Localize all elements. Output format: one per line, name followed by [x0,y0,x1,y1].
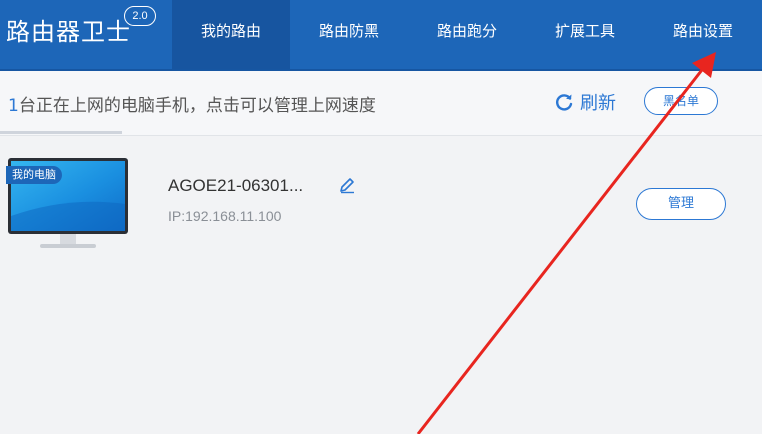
app-title: 路由器卫士 [6,18,131,46]
my-computer-badge: 我的电脑 [6,166,62,184]
refresh-label: 刷新 [580,93,616,114]
main-tabs: 我的路由 路由防黑 路由跑分 扩展工具 路由设置 [172,0,762,69]
blacklist-button[interactable]: 黑名单 [644,87,718,115]
online-status-message: 台正在上网的电脑手机，点击可以管理上网速度 [18,96,376,116]
edit-pencil-icon[interactable] [338,176,356,198]
device-row: 我的电脑 AGOE21-06301... IP:192.168.11.100 管… [0,144,762,264]
tab-router-anti-hack[interactable]: 路由防黑 [290,0,408,69]
tab-my-router[interactable]: 我的路由 [172,0,290,69]
tab-router-benchmark[interactable]: 路由跑分 [408,0,526,69]
refresh-button[interactable]: 刷新 [554,89,616,115]
tab-extension-tools[interactable]: 扩展工具 [526,0,644,69]
online-status-text: 1台正在上网的电脑手机，点击可以管理上网速度 [8,91,376,116]
top-navigation-bar: 路由器卫士 2.0 我的路由 路由防黑 路由跑分 扩展工具 路由设置 [0,0,762,71]
device-name: AGOE21-06301... [168,176,304,195]
tab-underline [0,131,122,134]
version-badge: 2.0 [124,6,156,26]
online-device-count: 1 [8,96,19,116]
online-devices-header: 1台正在上网的电脑手机，点击可以管理上网速度 刷新 黑名单 [0,71,762,136]
refresh-icon [556,94,573,111]
tab-router-settings[interactable]: 路由设置 [644,0,762,69]
device-ip: IP:192.168.11.100 [168,208,282,224]
manage-button[interactable]: 管理 [636,188,726,220]
